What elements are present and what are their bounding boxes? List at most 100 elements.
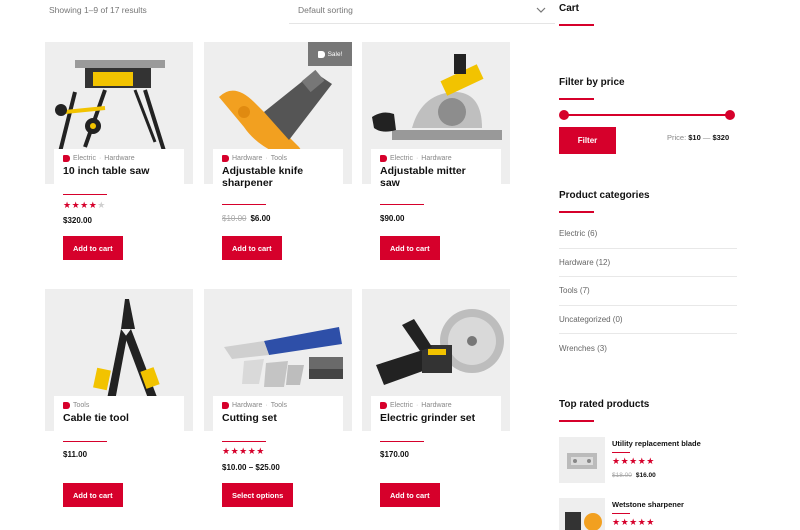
product-price: $10.00 $6.00	[222, 214, 271, 223]
result-count: Showing 1–9 of 17 results	[49, 5, 147, 15]
product-categories: Hardware · Tools	[222, 402, 343, 409]
category-link[interactable]: Hardware	[232, 155, 262, 162]
chevron-down-icon	[536, 7, 546, 13]
select-options-button[interactable]: Select options	[222, 483, 294, 507]
category-item-uncategorized[interactable]: Uncategorized (0)	[559, 306, 737, 334]
filter-widget-title: Filter by price	[559, 77, 625, 88]
product-price: $11.00	[63, 450, 88, 459]
product-price: $10.00 – $25.00	[222, 463, 280, 472]
product-title[interactable]: Adjustable knife sharpener	[222, 165, 326, 189]
product-price: $320.00	[63, 216, 92, 225]
widget-title-underline	[559, 24, 594, 26]
sorting-select[interactable]: Default sorting	[289, 0, 555, 24]
tag-icon	[222, 155, 229, 162]
price-min: $10	[688, 133, 701, 142]
add-to-cart-button[interactable]: Add to cart	[63, 236, 123, 260]
product-title[interactable]: Cable tie tool	[63, 412, 167, 425]
product-info: Electric · Hardware Adjustable mitter sa…	[371, 149, 501, 199]
tag-icon	[380, 155, 387, 162]
sorting-value: Default sorting	[298, 5, 353, 15]
category-item-wrenches[interactable]: Wrenches (3)	[559, 334, 737, 363]
star-rating: ★★★★★	[63, 200, 106, 210]
product-categories: Electric · Hardware	[63, 155, 184, 162]
category-link[interactable]: Electric	[390, 402, 413, 409]
title-underline	[63, 194, 107, 195]
product-title[interactable]: Cutting set	[222, 412, 326, 425]
category-link[interactable]: Hardware	[104, 155, 134, 162]
tag-icon	[317, 50, 325, 58]
product-categories: Hardware · Tools	[222, 155, 343, 162]
price-separator: —	[702, 133, 711, 142]
top-rated-thumbnail[interactable]	[559, 437, 605, 483]
category-link[interactable]: Hardware	[421, 155, 451, 162]
widget-title-underline	[559, 211, 594, 213]
add-to-cart-button[interactable]: Add to cart	[222, 236, 282, 260]
title-underline	[380, 441, 424, 442]
product-info: Electric · Hardware 10 inch table saw	[54, 149, 184, 199]
sale-price: $16.00	[635, 472, 656, 479]
product-info: Hardware · Tools Cutting set	[213, 396, 343, 446]
product-categories: Electric · Hardware	[380, 155, 501, 162]
category-link[interactable]: Tools	[271, 155, 287, 162]
product-price: $90.00	[380, 214, 405, 223]
widget-title-underline	[559, 98, 594, 100]
category-item-electric[interactable]: Electric (6)	[559, 220, 737, 249]
title-underline	[63, 441, 107, 442]
star-rating: ★★★★★	[612, 456, 655, 466]
star-rating: ★★★★★	[612, 517, 655, 527]
top-rated-thumbnail[interactable]	[559, 498, 605, 530]
star-rating: ★★★★★	[222, 446, 265, 456]
category-separator: ·	[415, 155, 419, 162]
title-underline	[380, 204, 424, 205]
product-info: Tools Cable tie tool	[54, 396, 184, 446]
old-price: $10.00	[222, 214, 247, 223]
tag-icon	[222, 402, 229, 409]
add-to-cart-button[interactable]: Add to cart	[380, 236, 440, 260]
sale-price: $6.00	[250, 214, 271, 223]
product-categories: Electric · Hardware	[380, 402, 501, 409]
category-link[interactable]: Tools	[73, 402, 89, 409]
product-title[interactable]: Adjustable mitter saw	[380, 165, 484, 189]
price-max: $320	[712, 133, 730, 142]
widget-title-underline	[559, 420, 594, 422]
category-link[interactable]: Hardware	[421, 402, 451, 409]
cart-widget-title: Cart	[559, 3, 580, 14]
category-item-tools[interactable]: Tools (7)	[559, 277, 737, 306]
old-price: $18.00	[612, 472, 632, 479]
product-info: Hardware · Tools Adjustable knife sharpe…	[213, 149, 343, 199]
category-list: Electric (6) Hardware (12) Tools (7) Unc…	[559, 220, 737, 363]
category-separator: ·	[265, 402, 268, 409]
price-slider-track[interactable]	[563, 114, 733, 116]
top-rated-price: $18.00 $16.00	[612, 472, 656, 479]
title-underline	[612, 452, 630, 453]
category-link[interactable]: Tools	[271, 402, 287, 409]
price-label: Price:	[667, 133, 687, 142]
title-underline	[222, 441, 266, 442]
category-separator: ·	[98, 155, 102, 162]
product-price: $170.00	[380, 450, 409, 459]
category-separator: ·	[415, 402, 419, 409]
product-title[interactable]: 10 inch table saw	[63, 165, 167, 178]
category-separator: ·	[265, 155, 268, 162]
category-item-hardware[interactable]: Hardware (12)	[559, 249, 737, 277]
category-link[interactable]: Electric	[73, 155, 96, 162]
filter-button[interactable]: Filter	[559, 127, 616, 154]
title-underline	[222, 204, 266, 205]
tag-icon	[380, 402, 387, 409]
wetstone-sharpener-image	[565, 512, 602, 530]
price-slider-max-handle[interactable]	[725, 110, 735, 120]
product-title[interactable]: Electric grinder set	[380, 412, 484, 425]
category-link[interactable]: Hardware	[232, 402, 262, 409]
top-rated-name[interactable]: Wetstone sharpener	[612, 500, 684, 509]
utility-blade-image	[567, 453, 597, 469]
shop-toolbar: Showing 1–9 of 17 results Default sortin…	[49, 0, 555, 24]
add-to-cart-button[interactable]: Add to cart	[63, 483, 123, 507]
tag-icon	[63, 402, 70, 409]
add-to-cart-button[interactable]: Add to cart	[380, 483, 440, 507]
top-rated-name[interactable]: Utility replacement blade	[612, 439, 701, 448]
title-underline	[612, 513, 630, 514]
category-link[interactable]: Electric	[390, 155, 413, 162]
product-info: Electric · Hardware Electric grinder set	[371, 396, 501, 446]
tag-icon	[63, 155, 70, 162]
price-slider-min-handle[interactable]	[559, 110, 569, 120]
